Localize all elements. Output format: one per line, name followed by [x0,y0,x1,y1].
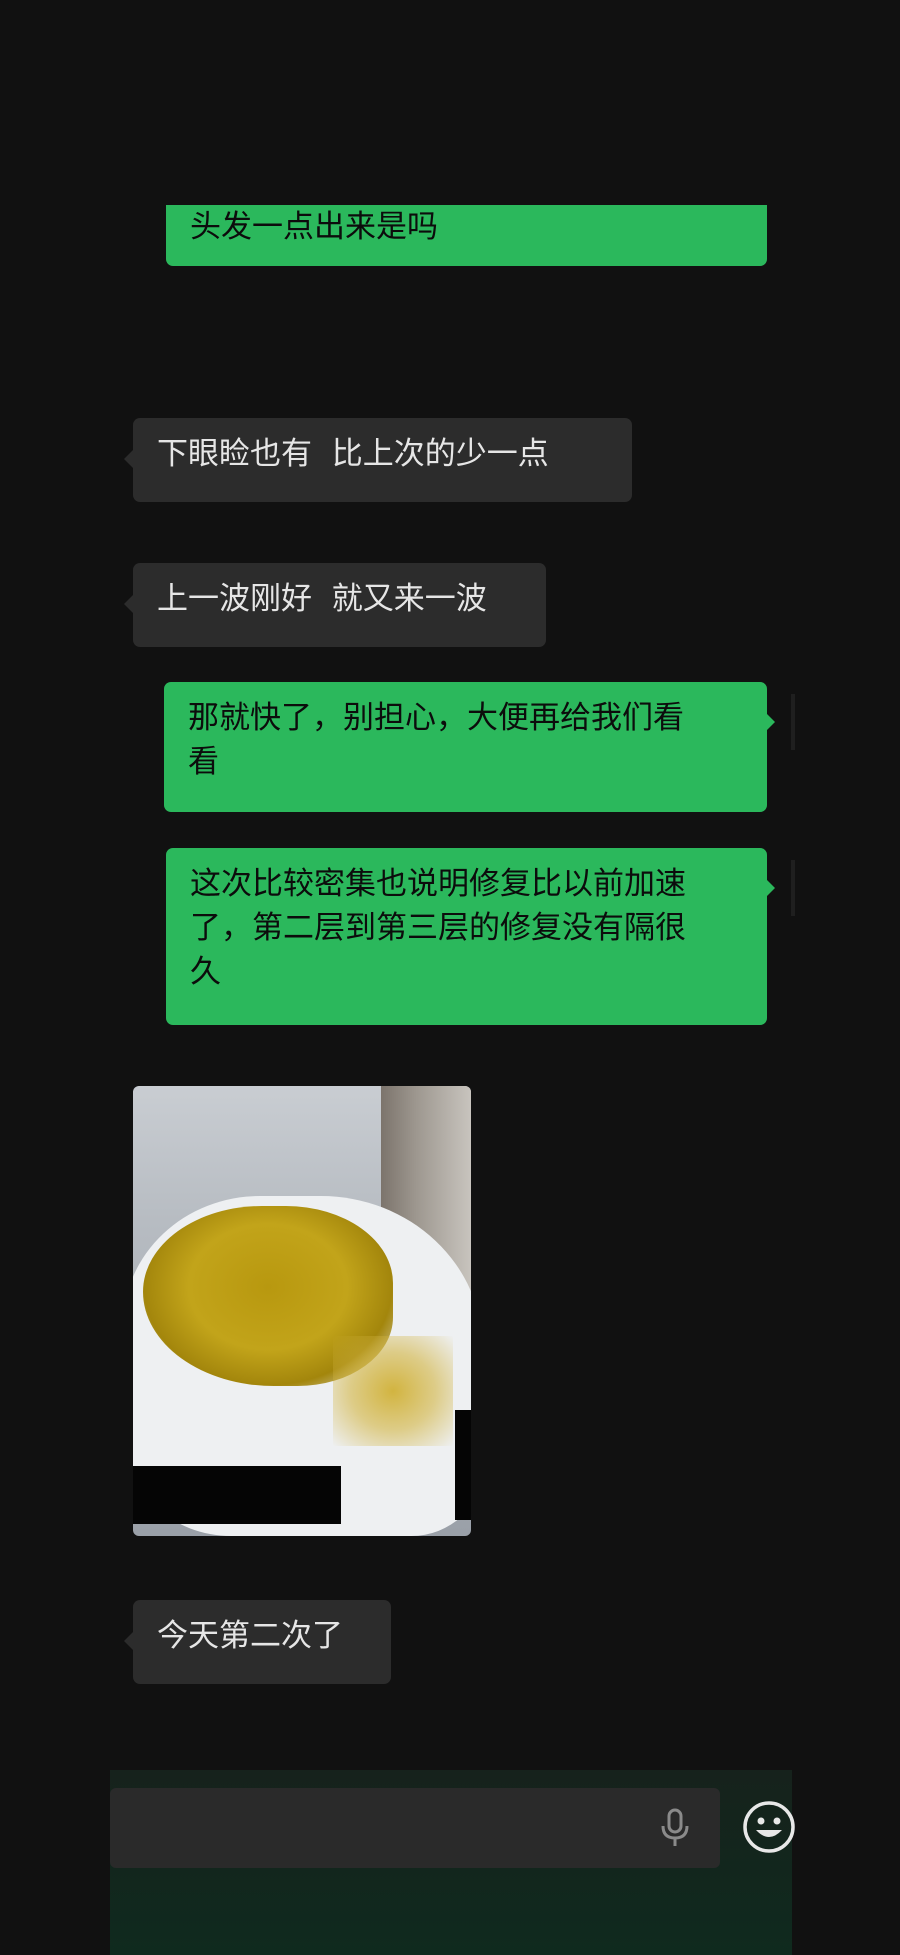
message-input[interactable] [110,1788,720,1868]
redaction-block [455,1410,471,1520]
message-bubble-outgoing[interactable]: 这次比较密集也说明修复比以前加速 了，第二层到第三层的修复没有隔很 久 [166,848,767,1025]
bubble-tail [124,1632,133,1650]
message-bubble-outgoing[interactable]: 头发一点出来是吗 [166,205,767,266]
message-bubble-incoming[interactable]: 今天第二次了 [133,1600,391,1684]
bubble-tail [124,450,133,468]
microphone-icon[interactable] [658,1808,692,1848]
photo-image[interactable] [133,1086,471,1536]
bubble-tail [124,595,133,613]
edge-fragment [791,694,795,750]
bubble-tail [766,879,775,897]
edge-fragment [791,860,795,916]
emoji-icon[interactable] [742,1800,796,1854]
redaction-block [133,1466,341,1524]
message-bubble-incoming[interactable]: 下眼睑也有 比上次的少一点 [133,418,632,502]
message-bubble-incoming[interactable]: 上一波刚好 就又来一波 [133,563,546,647]
photo-stain-highlight [333,1336,453,1446]
bubble-tail [766,713,775,731]
message-bubble-outgoing[interactable]: 那就快了，别担心，大便再给我们看 看 [164,682,767,812]
